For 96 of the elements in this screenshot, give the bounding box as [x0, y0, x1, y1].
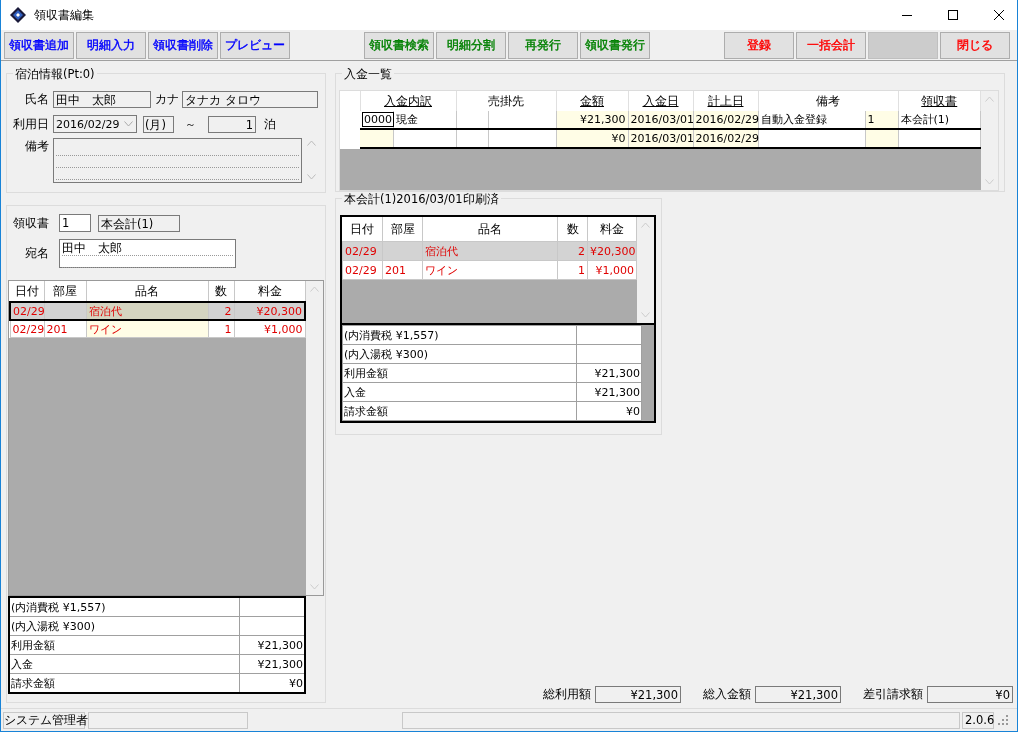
- table-cell: 2: [208, 302, 234, 320]
- account-field: 本会計(1): [98, 214, 180, 232]
- toolbar-button[interactable]: 領収書発行: [580, 31, 650, 59]
- addressee-field[interactable]: 田中 太郎: [59, 238, 236, 268]
- table-cell: (内消費税 ¥1,557): [342, 325, 577, 345]
- scroll-up-icon[interactable]: [641, 222, 650, 228]
- kana-field[interactable]: タナカ タロウ: [182, 90, 318, 108]
- total-field: ¥0: [927, 685, 1013, 703]
- column-header[interactable]: 領収書: [898, 91, 981, 111]
- toolbar-button[interactable]: 再発行: [508, 31, 578, 59]
- table-cell: ¥0: [556, 129, 628, 148]
- table-cell: 02/29: [10, 302, 44, 320]
- column-header[interactable]: 数: [557, 217, 588, 242]
- memo-field[interactable]: [53, 138, 302, 183]
- nights-field[interactable]: 1: [208, 115, 256, 133]
- table-cell: ¥21,300: [576, 382, 642, 402]
- table-cell: (内消費税 ¥1,557): [9, 597, 240, 617]
- diamond-logo-icon: [10, 7, 26, 23]
- scroll-up-icon[interactable]: [310, 286, 319, 292]
- column-header[interactable]: 売掛先: [456, 91, 556, 111]
- group-title: 宿泊情報(Pt:0): [13, 67, 97, 82]
- resize-grip-icon[interactable]: [998, 715, 1008, 725]
- total-label: 総入金額: [703, 685, 751, 703]
- table-cell: 入金: [342, 382, 577, 402]
- table-row[interactable]: ¥0 2016/03/01 2016/02/29: [340, 129, 981, 148]
- field-label: 領収書: [12, 214, 50, 232]
- table-cell: 宿泊代: [86, 302, 208, 320]
- toolbar-button[interactable]: 領収書追加: [4, 31, 74, 59]
- table-cell: 02/29: [342, 241, 383, 261]
- total-label: 差引請求額: [863, 685, 923, 703]
- table-cell: [360, 129, 393, 148]
- table-cell: [44, 302, 86, 320]
- status-version: 2.0.6: [962, 711, 994, 729]
- table-cell: ¥21,300: [556, 111, 628, 129]
- toolbar-button[interactable]: 明細分割: [436, 31, 506, 59]
- date-dropdown[interactable]: 2016/02/29: [53, 115, 137, 133]
- tilde-text: ～: [185, 116, 196, 132]
- table-cell: (内入湯税 ¥300): [9, 616, 240, 636]
- table-cell: 宿泊代: [422, 241, 558, 261]
- toolbar-button[interactable]: プレビュー: [220, 31, 290, 59]
- table-cell: 2016/02/29: [693, 129, 758, 148]
- window-title: 領収書編集: [34, 6, 94, 24]
- name-field[interactable]: 田中 太郎: [53, 90, 151, 108]
- field-label: カナ: [153, 90, 180, 108]
- total-field: ¥21,300: [755, 685, 841, 703]
- table-cell: [576, 344, 642, 364]
- column-header[interactable]: 部屋: [382, 217, 423, 242]
- table-cell: 入金: [9, 654, 240, 674]
- column-header[interactable]: 日付: [10, 281, 44, 302]
- table-cell: ¥20,300: [587, 241, 637, 261]
- field-label: 宛名: [24, 244, 50, 262]
- unit-label: 泊: [264, 115, 276, 133]
- table-cell: 請求金額: [342, 401, 577, 421]
- column-header[interactable]: 入金内訳: [360, 91, 456, 111]
- receipt-number-field[interactable]: 1: [59, 214, 91, 232]
- scroll-up-icon[interactable]: [307, 140, 316, 146]
- caret-icon: [124, 121, 133, 127]
- column-header[interactable]: 品名: [422, 217, 558, 242]
- close-icon[interactable]: [993, 9, 1005, 21]
- table-cell: [576, 325, 642, 345]
- table-cell: 2: [557, 241, 588, 261]
- table-cell: ¥20,300: [234, 302, 305, 320]
- table-cell: 利用金額: [342, 363, 577, 383]
- toolbar-button[interactable]: 領収書検索: [364, 31, 434, 59]
- total-field: ¥21,300: [595, 685, 681, 703]
- table-cell: 2016/03/01: [628, 111, 693, 129]
- column-header[interactable]: 日付: [342, 217, 383, 242]
- maximize-icon[interactable]: [947, 9, 959, 21]
- scroll-down-icon[interactable]: [985, 179, 994, 185]
- table-cell: 2016/02/29: [693, 111, 758, 129]
- group-title: 入金一覧: [342, 67, 394, 82]
- toolbar-button[interactable]: 明細入力: [76, 31, 146, 59]
- toolbar-button[interactable]: 領収書削除: [148, 31, 218, 59]
- table-row[interactable]: 02/29 201 ワイン 1 ¥1,000: [342, 260, 637, 280]
- scroll-down-icon[interactable]: [307, 174, 316, 180]
- scroll-up-icon[interactable]: [985, 96, 994, 102]
- column-header[interactable]: 料金: [587, 217, 637, 242]
- group-title: 本会計(1)2016/03/01印刷済: [342, 192, 501, 207]
- table-cell: 2016/03/01: [628, 129, 693, 148]
- table-cell: 請求金額: [9, 673, 240, 693]
- weekday-field: (月): [143, 115, 174, 133]
- scroll-down-icon[interactable]: [310, 584, 319, 590]
- table-cell: 利用金額: [9, 635, 240, 655]
- field-label: 備考: [24, 138, 50, 155]
- scroll-down-icon[interactable]: [641, 312, 650, 318]
- table-cell: ¥21,300: [576, 363, 642, 383]
- table-cell: ¥0: [576, 401, 642, 421]
- field-label: 氏名: [24, 90, 50, 108]
- table-row[interactable]: 02/29 201 ワイン 1 ¥1,000: [10, 320, 305, 338]
- blank-button[interactable]: [868, 31, 938, 59]
- table-cell: [865, 129, 898, 148]
- table-cell: 1: [865, 111, 898, 129]
- total-label: 総利用額: [543, 685, 591, 703]
- table-cell: (内入湯税 ¥300): [342, 344, 577, 364]
- field-label: 利用日: [12, 115, 50, 133]
- table-cell: [382, 241, 423, 261]
